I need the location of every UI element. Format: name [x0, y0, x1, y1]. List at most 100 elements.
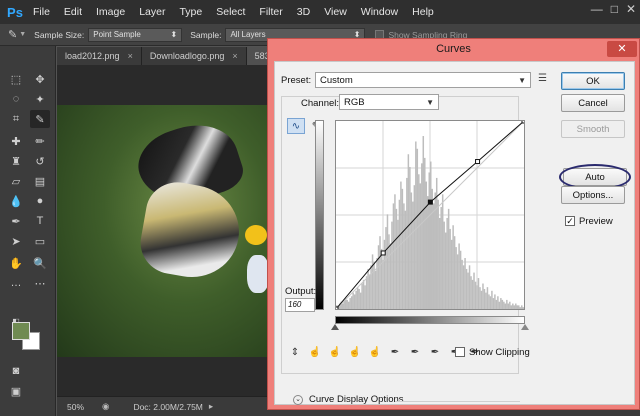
status-arrow-icon[interactable]: ▸	[209, 401, 213, 412]
clone-stamp-tool-icon[interactable]: ♜	[6, 152, 26, 170]
path-select-tool-icon[interactable]: ➤	[6, 232, 26, 250]
dodge-tool-icon[interactable]: ●	[30, 192, 50, 210]
screen-mode-icon[interactable]: ▣	[6, 382, 26, 400]
on-image-adjust-icon[interactable]: ⇕	[287, 344, 303, 360]
tab-document-1[interactable]: load2012.png ×	[57, 47, 142, 65]
output-field[interactable]: 160	[285, 298, 315, 312]
crop-tool-icon[interactable]: ⌗	[6, 110, 26, 128]
pen-tool-icon[interactable]: ✒	[6, 212, 26, 230]
tab-document-2[interactable]: Downloadlogo.png ×	[141, 47, 247, 65]
sample-size-select[interactable]: Point Sample ⬍	[88, 27, 183, 42]
show-clipping-checkbox[interactable]	[455, 347, 465, 357]
menu-image[interactable]: Image	[89, 6, 132, 18]
eyedropper-white-icon[interactable]: ✒	[427, 344, 443, 360]
histogram-bar	[374, 270, 377, 309]
adjust-hand-alt3-icon[interactable]: ☝	[367, 344, 383, 360]
preview-checkbox[interactable]: ✓	[565, 216, 575, 226]
history-brush-tool-icon[interactable]: ↺	[30, 152, 50, 170]
sample-value: All Layers	[230, 30, 266, 39]
histogram-bar	[355, 290, 357, 309]
menu-view[interactable]: View	[317, 6, 354, 18]
close-tab-icon[interactable]: ×	[128, 51, 133, 61]
menu-help[interactable]: Help	[405, 6, 441, 18]
curve-point-tool-icon[interactable]: ∿	[287, 118, 305, 134]
healing-brush-tool-icon[interactable]: ✚	[6, 132, 26, 150]
zoom-tool-icon[interactable]: 🔍	[30, 254, 50, 272]
lasso-tool-icon[interactable]: ◌	[6, 90, 26, 108]
marquee-tool-icon[interactable]: ⬚	[6, 70, 26, 88]
quick-select-tool-icon[interactable]: ✦	[30, 90, 50, 108]
menu-3d[interactable]: 3D	[290, 6, 317, 18]
eyedropper-tool-icon[interactable]: ✎	[8, 28, 17, 41]
histogram-bar	[491, 290, 493, 309]
cancel-button[interactable]: Cancel	[561, 94, 625, 112]
move-tool-icon[interactable]: ✥	[30, 70, 50, 88]
rectangle-tool-icon[interactable]: ▭	[30, 232, 50, 250]
chevron-down-icon[interactable]: ⌄	[293, 395, 303, 405]
histogram-bar	[347, 301, 350, 309]
quick-mask-icon[interactable]: ◙	[6, 362, 26, 380]
smooth-button[interactable]: Smooth	[561, 120, 625, 138]
menu-select[interactable]: Select	[209, 6, 252, 18]
black-point-slider[interactable]	[331, 324, 339, 330]
histogram-bar	[486, 287, 489, 309]
menu-window[interactable]: Window	[354, 6, 405, 18]
histogram-bar	[395, 208, 398, 309]
share-icon[interactable]: ◉	[102, 401, 109, 412]
ok-button[interactable]: OK	[561, 72, 625, 90]
histogram-bar	[476, 285, 478, 309]
menu-layer[interactable]: Layer	[132, 6, 172, 18]
menu-type[interactable]: Type	[172, 6, 209, 18]
adjust-hand-alt-icon[interactable]: ☝	[327, 344, 343, 360]
channel-select[interactable]: RGB ▼	[339, 94, 439, 110]
histogram-bar	[419, 183, 422, 309]
edit-toolbar-icon[interactable]: ⋯	[30, 274, 50, 292]
adjust-hand-alt2-icon[interactable]: ☝	[347, 344, 363, 360]
histogram-bar	[373, 261, 375, 309]
butterfly-photo[interactable]	[57, 105, 271, 357]
brush-tool-icon[interactable]: ✏	[30, 132, 50, 150]
minimize-icon[interactable]: —	[591, 2, 603, 16]
histogram-bar	[437, 199, 439, 309]
zoom-level[interactable]: 50%	[67, 402, 84, 412]
histogram-bar	[370, 265, 372, 309]
close-icon[interactable]: ✕	[626, 2, 636, 16]
white-point-slider[interactable]	[521, 324, 529, 330]
menu-file[interactable]: File	[26, 6, 57, 18]
eraser-tool-icon[interactable]: ▱	[6, 172, 26, 190]
close-dialog-button[interactable]: ✕	[607, 41, 637, 57]
adjust-hand-icon[interactable]: ☝	[307, 344, 323, 360]
type-tool-icon[interactable]: T	[30, 212, 50, 230]
sample-size-value: Point Sample	[93, 30, 141, 39]
eyedropper-black-icon[interactable]: ✒	[387, 344, 403, 360]
menu-filter[interactable]: Filter	[252, 6, 289, 18]
preset-select[interactable]: Custom ▼	[315, 72, 531, 88]
curves-plot-svg[interactable]	[336, 121, 524, 309]
divider	[395, 401, 520, 402]
histogram-bar	[458, 243, 460, 309]
options-button[interactable]: Options...	[561, 186, 625, 204]
histogram-bar	[349, 298, 351, 309]
histogram-bar	[379, 236, 381, 309]
close-tab-icon[interactable]: ×	[232, 51, 237, 61]
foreground-color-swatch[interactable]	[12, 322, 30, 340]
restore-icon[interactable]: □	[611, 2, 618, 16]
hand-tool-icon[interactable]: ✋	[6, 254, 26, 272]
curve-control-point	[427, 199, 433, 205]
eyedropper-tool-icon[interactable]: ✎	[30, 110, 50, 128]
gradient-tool-icon[interactable]: ▤	[30, 172, 50, 190]
histogram-bar	[410, 192, 413, 309]
menu-edit[interactable]: Edit	[57, 6, 89, 18]
eyedropper-gray-icon[interactable]: ✒	[407, 344, 423, 360]
curve-display-options-label[interactable]: Curve Display Options	[309, 394, 404, 405]
histogram-bar	[443, 221, 445, 309]
histogram-bar	[503, 301, 505, 309]
preset-options-icon[interactable]: ☰	[538, 73, 547, 84]
more-tools-icon[interactable]: …	[6, 274, 26, 292]
histogram-bar	[352, 292, 354, 309]
tool-preset-chevron-icon[interactable]: ▼	[19, 31, 26, 38]
blur-tool-icon[interactable]: 💧	[6, 192, 26, 210]
curves-graph[interactable]	[335, 120, 525, 310]
tools-panel: ⬚ ✥ ◌ ✦ ⌗ ✎ ✚ ✏ ♜ ↺ ▱ ▤ 💧 ● ✒ T ➤ ▭ ✋ 🔍 …	[0, 46, 56, 416]
histogram-bar	[371, 254, 374, 309]
